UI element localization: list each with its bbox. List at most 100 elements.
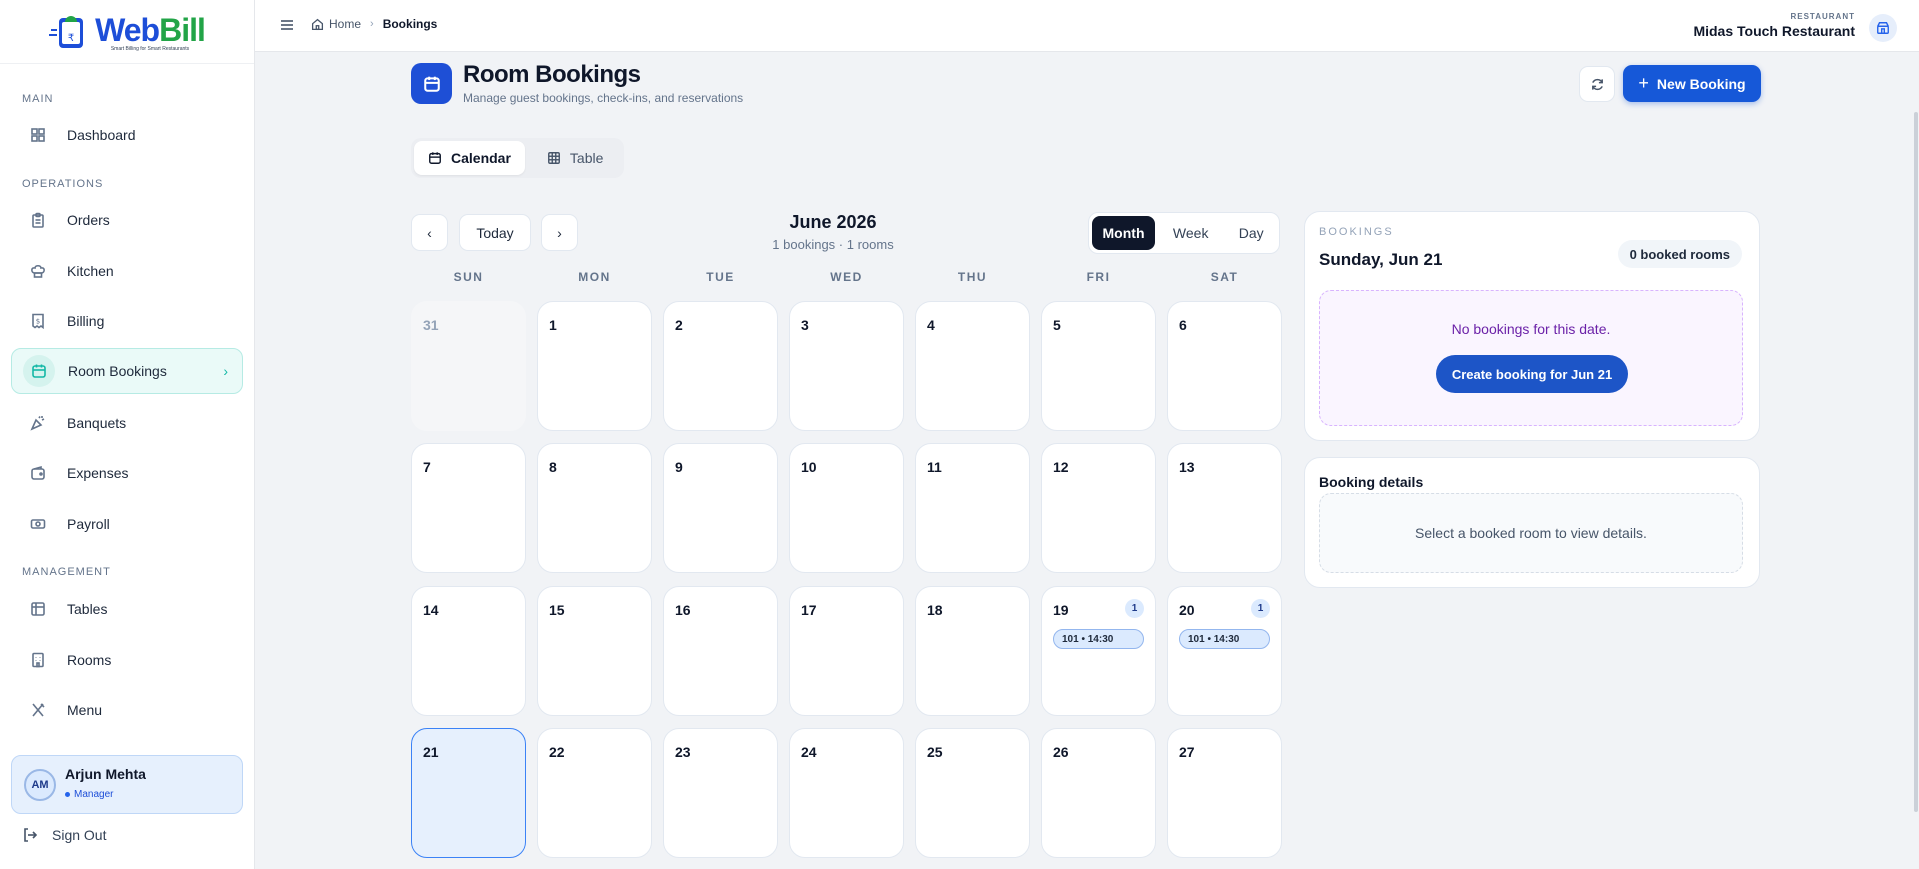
calendar-day[interactable]: 18 [915,586,1030,716]
calendar-day[interactable]: 23 [663,728,778,858]
bookings-panel: BOOKINGS Sunday, Jun 21 0 booked rooms N… [1304,211,1760,441]
day-number: 7 [423,459,431,475]
sidebar-item-label: Payroll [67,516,110,532]
sidebar-item-kitchen[interactable]: Kitchen [11,248,243,294]
sidebar-item-orders[interactable]: Orders [11,197,243,243]
calendar-day[interactable]: 20 1 101 • 14:30 [1167,586,1282,716]
section-label-operations: OPERATIONS [22,178,104,190]
calendar-day[interactable]: 24 [789,728,904,858]
sidebar-item-expenses[interactable]: Expenses [11,450,243,496]
empty-bookings-text: No bookings for this date. [1451,321,1611,337]
create-booking-button[interactable]: Create booking for Jun 21 [1436,355,1628,393]
tab-table[interactable]: Table [533,141,617,175]
table-icon [31,602,45,616]
user-card[interactable]: AM Arjun Mehta Manager [11,755,243,814]
booking-pill[interactable]: 101 • 14:30 [1053,629,1144,649]
avatar: AM [24,769,56,801]
calendar-day[interactable]: 3 [789,301,904,431]
calendar-day[interactable]: 22 [537,728,652,858]
calendar-day[interactable]: 11 [915,443,1030,573]
bookings-label: BOOKINGS [1319,226,1394,238]
weekday-header: THU [957,270,988,284]
calendar-day[interactable]: 6 [1167,301,1282,431]
restaurant-switch-button[interactable] [1869,14,1897,42]
tab-calendar[interactable]: Calendar [414,141,525,175]
sidebar-item-billing[interactable]: $ Billing [11,298,243,344]
mode-week[interactable]: Week [1157,216,1224,250]
new-booking-button[interactable]: + New Booking [1623,65,1761,102]
logo[interactable]: ₹ WebBill Smart Billing for Smart Restau… [0,0,254,64]
day-number: 8 [549,459,557,475]
utensils-icon [32,703,45,717]
mode-month[interactable]: Month [1092,216,1155,250]
day-number: 27 [1179,744,1195,760]
menu-toggle-button[interactable] [279,17,295,33]
logo-icon: ₹ [49,15,84,48]
calendar-day[interactable]: 12 [1041,443,1156,573]
calendar-day[interactable]: 21 [411,728,526,858]
top-bar: Home › Bookings RESTAURANT Midas Touch R… [255,0,1919,52]
calendar-day[interactable]: 17 [789,586,904,716]
weekday-header: TUE [706,270,735,284]
sidebar-item-menu[interactable]: Menu [11,687,243,733]
next-month-button[interactable]: › [541,214,578,251]
calendar-day[interactable]: 7 [411,443,526,573]
refresh-button[interactable] [1579,66,1615,102]
page-subtitle: Manage guest bookings, check-ins, and re… [463,91,744,105]
mode-day[interactable]: Day [1226,216,1276,250]
calendar-day[interactable]: 14 [411,586,526,716]
sign-out-button[interactable]: Sign Out [22,827,106,843]
calendar-day[interactable]: 9 [663,443,778,573]
weekday-header: FRI [1086,270,1111,284]
breadcrumb-home-label: Home [329,17,362,31]
prev-month-button[interactable]: ‹ [411,214,448,251]
restaurant-info: RESTAURANT Midas Touch Restaurant [1693,12,1855,39]
calendar-day[interactable]: 8 [537,443,652,573]
receipt-icon: $ [32,313,44,329]
day-number: 22 [549,744,565,760]
calendar-day[interactable]: 31 [411,301,526,431]
calendar-day[interactable]: 16 [663,586,778,716]
sidebar-item-label: Menu [67,702,103,718]
calendar-day[interactable]: 26 [1041,728,1156,858]
scrollbar[interactable] [1913,52,1919,869]
calendar-day[interactable]: 13 [1167,443,1282,573]
home-icon [311,18,324,30]
empty-bookings-box: No bookings for this date. Create bookin… [1319,290,1743,426]
calendar-day[interactable]: 27 [1167,728,1282,858]
calendar-day[interactable]: 25 [915,728,1030,858]
calendar-day[interactable]: 4 [915,301,1030,431]
day-number: 10 [801,459,817,475]
sidebar-item-label: Expenses [67,465,129,481]
sidebar-item-dashboard[interactable]: Dashboard [11,112,243,158]
sidebar-item-banquets[interactable]: Banquets [11,400,243,446]
calendar-day[interactable]: 5 [1041,301,1156,431]
sidebar-item-rooms[interactable]: Rooms [11,637,243,683]
today-button[interactable]: Today [459,214,531,251]
booking-pill[interactable]: 101 • 14:30 [1179,629,1270,649]
scrollbar-thumb[interactable] [1914,112,1918,812]
sidebar-item-room-bookings[interactable]: Room Bookings › [11,348,243,394]
breadcrumb-separator-icon: › [370,18,374,30]
calendar-day[interactable]: 1 [537,301,652,431]
sidebar-item-label: Banquets [67,415,127,431]
sidebar-item-tables[interactable]: Tables [11,586,243,632]
calendar-day[interactable]: 15 [537,586,652,716]
calendar-day[interactable]: 19 1 101 • 14:30 [1041,586,1156,716]
day-number: 25 [927,744,943,760]
breadcrumb-home[interactable]: Home [311,17,361,31]
day-number: 19 [1053,602,1069,618]
sidebar-item-payroll[interactable]: Payroll [11,501,243,547]
calendar-day[interactable]: 10 [789,443,904,573]
day-number: 15 [549,602,565,618]
day-number: 31 [423,317,439,333]
tab-calendar-label: Calendar [451,150,511,166]
building-icon [32,652,44,668]
calendar-day[interactable]: 2 [663,301,778,431]
sidebar-item-icon-wrap [23,355,55,387]
booking-details-panel: Booking details Select a booked room to … [1304,457,1760,588]
grid-icon [31,128,45,142]
day-number: 3 [801,317,809,333]
user-role-label: Manager [74,789,114,800]
wallet-icon [31,465,45,480]
